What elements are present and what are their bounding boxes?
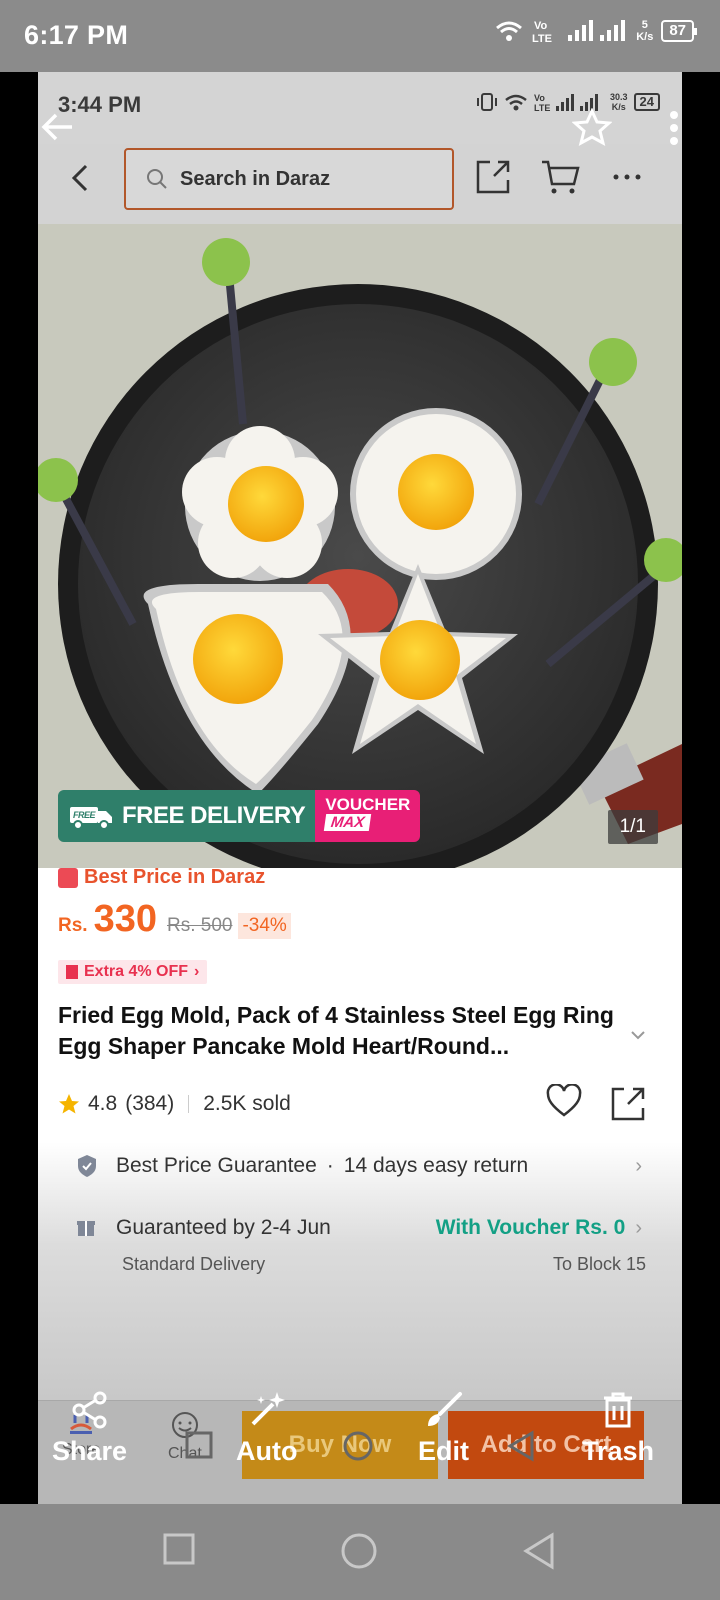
signal-icon [568,20,626,41]
delivery-type: Standard Delivery [122,1254,266,1274]
search-input[interactable]: Search in Daraz [124,148,454,210]
product-image[interactable] [38,224,682,868]
price-currency: Rs. [58,915,88,936]
svg-text:LTE: LTE [532,33,552,44]
divider [188,1095,190,1113]
magic-wand-icon [251,1392,285,1426]
back-chevron-icon[interactable] [66,160,96,196]
inner-network-speed: 30.3 K/s [610,92,628,112]
favorite-star-icon[interactable] [572,108,612,146]
rating-value: 4.8 [88,1092,118,1115]
status-time: 6:17 PM [24,20,129,50]
inner-battery: 24 [633,93,660,111]
free-delivery-label: FREE FREE DELIVERY [58,790,316,842]
inner-wifi-icon [505,94,527,111]
network-speed: 5 K/s [636,19,654,43]
share-icon[interactable] [474,158,512,196]
delivery-destination: To Block 15 [552,1254,646,1274]
sold-count: 2.5K sold [203,1092,291,1115]
letterbox-right [682,72,720,1504]
product-title[interactable]: Fried Egg Mold, Pack of 4 Stainless Stee… [58,1000,618,1062]
outer-status-bar: 6:17 PM Vo LTE 5 K/s 87 [0,0,720,72]
home-icon[interactable] [340,1532,378,1570]
brush-icon [427,1392,462,1426]
package-icon [77,1221,95,1236]
review-count: (384) [125,1092,175,1115]
chevron-right-icon: › [635,1216,642,1239]
auto-enhance-button[interactable]: Auto [236,1390,297,1467]
delivery-row[interactable]: Guaranteed by 2-4 Jun With Voucher Rs. 0… [76,1216,642,1240]
recents-icon[interactable] [162,1532,196,1566]
chevron-right-icon: › [194,963,200,980]
svg-text:Vo: Vo [534,93,545,103]
free-delivery-badge: FREE FREE DELIVERY VOUCHER MAX [58,790,421,842]
status-icons: Vo LTE 5 K/s 87 [494,18,697,44]
gallery-back-icon[interactable] [40,112,74,142]
best-price-icon [58,867,78,888]
screenshot-preview: 3:44 PM Vo LTE 30.3 K/s 24 Search in Daraz [38,72,682,1504]
share-button[interactable]: Share [52,1390,127,1467]
trash-button[interactable]: Trash [582,1390,654,1467]
back-icon[interactable] [522,1532,556,1570]
svg-text:FREE: FREE [73,810,97,820]
volte-icon: VoLTE [532,20,552,44]
inner-status-icons: Vo LTE 30.3 K/s 24 [476,92,660,112]
voucher-max-label: VOUCHER MAX [315,790,421,842]
gallery-more-icon[interactable] [668,110,680,146]
best-price-badge: Best Price in Daraz [58,866,265,889]
truck-icon: FREE [70,807,112,830]
chevron-right-icon: › [635,1154,642,1177]
wishlist-heart-icon[interactable] [546,1084,582,1118]
share-product-icon[interactable] [610,1086,646,1122]
rating-row[interactable]: 4.8 (384) 2.5K sold [58,1092,291,1116]
chevron-down-icon[interactable] [630,1030,646,1040]
gallery-action-bar: Share Auto Edit Trash [38,1380,682,1504]
edit-button[interactable]: Edit [418,1390,469,1467]
shield-check-icon [78,1155,96,1177]
share-nodes-icon [72,1391,107,1429]
voucher-delivery-fee: With Voucher Rs. 0 [435,1216,626,1239]
battery-indicator: 87 [661,20,697,42]
price-current: 330 [93,898,157,940]
vibrate-icon [477,93,497,111]
svg-text:Vo: Vo [534,20,548,32]
egg-molds-photo [38,224,682,868]
cart-icon[interactable] [540,158,580,196]
voucher-tag-icon [66,965,78,979]
system-nav-bar [0,1504,720,1600]
guarantee-row[interactable]: Best Price Guarantee · 14 days easy retu… [76,1154,642,1178]
price-original: Rs. 500 [166,915,233,936]
svg-text:LTE: LTE [534,103,550,112]
trash-icon [604,1392,633,1428]
wifi-icon [496,21,523,41]
price-row: Rs. 330 Rs. 500 -34% [58,898,291,941]
letterbox-left [0,72,38,1504]
price-discount: -34% [238,913,291,939]
extra-off-voucher[interactable]: Extra 4% OFF › [58,960,208,984]
image-counter: 1/1 [607,810,658,844]
more-icon[interactable] [612,172,642,182]
search-placeholder: Search in Daraz [180,167,331,190]
search-icon [147,169,167,189]
star-rating-icon [59,1094,79,1114]
